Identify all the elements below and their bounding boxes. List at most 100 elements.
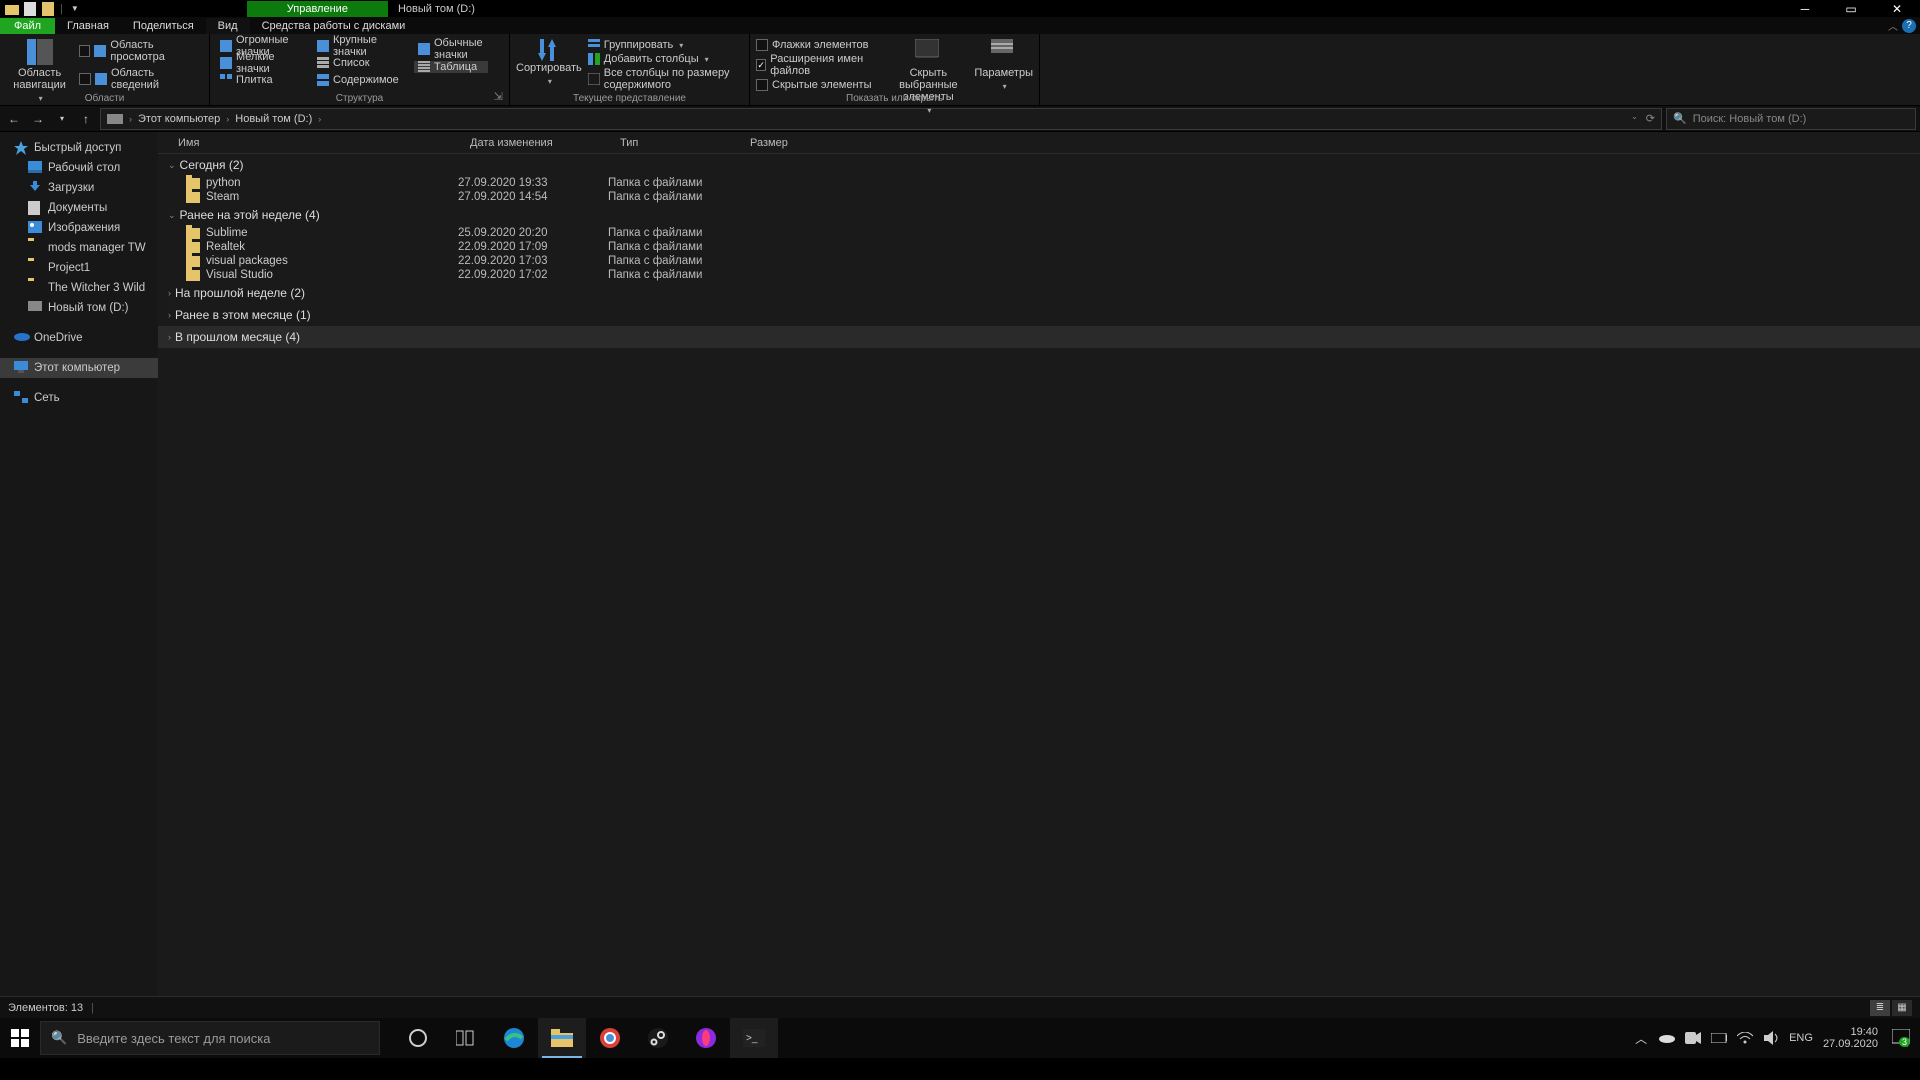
sidebar-quick-access[interactable]: Быстрый доступ	[0, 138, 158, 158]
details-pane-toggle[interactable]: Область сведений	[79, 67, 203, 91]
group-earlier-week[interactable]: ⌄Ранее на этой неделе (4)	[158, 204, 1920, 226]
group-icon	[588, 39, 600, 51]
preview-pane-toggle[interactable]: Область просмотра	[79, 39, 203, 63]
crumb-this-pc[interactable]: Этот компьютер	[138, 113, 220, 125]
hidden-items-toggle[interactable]: Скрытые элементы	[756, 79, 882, 91]
view-details-icon[interactable]: ≣	[1870, 1000, 1890, 1016]
view-thumbnails-icon[interactable]: ▦	[1892, 1000, 1912, 1016]
folder-icon	[28, 281, 42, 295]
taskbar-search-placeholder: Введите здесь текст для поиска	[77, 1031, 270, 1046]
contextual-tab-manage[interactable]: Управление	[247, 1, 388, 17]
tab-view[interactable]: Вид	[206, 18, 250, 34]
tab-file[interactable]: Файл	[0, 18, 55, 34]
options-button[interactable]: Параметры▾	[974, 37, 1033, 93]
tray-meetnow-icon[interactable]	[1685, 1030, 1701, 1046]
col-date[interactable]: Дата изменения	[458, 137, 608, 149]
list-item[interactable]: Steam27.09.2020 14:54Папка с файлами	[158, 190, 1920, 204]
sidebar-network[interactable]: Сеть	[0, 388, 158, 408]
start-button[interactable]	[0, 1018, 40, 1058]
col-size[interactable]: Размер	[738, 137, 828, 149]
taskbar-terminal[interactable]: >_	[730, 1018, 778, 1058]
layout-small[interactable]: Мелкие значки	[216, 54, 311, 71]
list-item[interactable]: Visual Studio22.09.2020 17:02Папка с фай…	[158, 268, 1920, 282]
layout-list[interactable]: Список	[313, 54, 408, 71]
sidebar-item-documents[interactable]: Документы	[0, 198, 158, 218]
new-doc-icon[interactable]	[22, 1, 38, 17]
tab-share[interactable]: Поделиться	[121, 18, 206, 34]
desktop-icon	[28, 161, 42, 175]
history-dropdown[interactable]: ▾	[52, 109, 72, 129]
qat-dropdown-icon[interactable]: ▼	[71, 4, 79, 13]
sidebar-item-pictures[interactable]: Изображения	[0, 218, 158, 238]
tab-home[interactable]: Главная	[55, 18, 121, 34]
add-columns-button[interactable]: Добавить столбцы▾	[588, 53, 743, 65]
preview-label: Область просмотра	[110, 39, 203, 63]
folder-icon	[28, 241, 42, 255]
tray-onedrive-icon[interactable]	[1659, 1030, 1675, 1046]
col-name[interactable]: Имя	[158, 137, 458, 149]
options-icon	[991, 39, 1017, 65]
system-tray: ︿ ENG 19:40 27.09.2020 3	[1633, 1025, 1920, 1051]
group-earlier-month[interactable]: ›Ранее в этом месяце (1)	[158, 304, 1920, 326]
sidebar-item-desktop[interactable]: Рабочий стол	[0, 158, 158, 178]
layout-content[interactable]: Содержимое	[313, 71, 408, 88]
sidebar-item-downloads[interactable]: Загрузки	[0, 178, 158, 198]
taskbar-search[interactable]: 🔍 Введите здесь текст для поиска	[40, 1021, 380, 1055]
taskbar-chrome[interactable]	[586, 1018, 634, 1058]
file-extensions-toggle[interactable]: ✓Расширения имен файлов	[756, 53, 882, 77]
taskbar-explorer[interactable]	[538, 1018, 586, 1058]
sidebar-item-new-volume[interactable]: Новый том (D:)	[0, 298, 158, 318]
layout-large[interactable]: Крупные значки	[313, 37, 408, 54]
hide-icon	[915, 39, 941, 65]
hide-selected-button[interactable]: Скрыть выбранные элементы▾	[888, 37, 968, 117]
tray-volume-icon[interactable]	[1763, 1030, 1779, 1046]
pc-icon	[14, 361, 28, 375]
layout-details[interactable]: Таблица	[414, 61, 488, 73]
minimize-button[interactable]: ─	[1782, 2, 1828, 16]
tray-clock[interactable]: 19:40 27.09.2020	[1823, 1026, 1878, 1050]
maximize-button[interactable]: ▭	[1828, 2, 1874, 16]
tray-notifications[interactable]: 3	[1888, 1025, 1914, 1051]
size-columns-button[interactable]: Все столбцы по размеру содержимого	[588, 67, 743, 91]
forward-button[interactable]: →	[28, 109, 48, 129]
taskbar-edge[interactable]	[490, 1018, 538, 1058]
sidebar-item-mods[interactable]: mods manager TW	[0, 238, 158, 258]
taskbar-taskview[interactable]	[442, 1018, 490, 1058]
back-button[interactable]: ←	[4, 109, 24, 129]
taskbar-opera[interactable]	[682, 1018, 730, 1058]
group-by-button[interactable]: Группировать▾	[588, 39, 743, 51]
search-box[interactable]: 🔍 Поиск: Новый том (D:)	[1666, 108, 1916, 130]
list-item[interactable]: visual packages22.09.2020 17:03Папка с ф…	[158, 254, 1920, 268]
tray-expand-icon[interactable]: ︿	[1633, 1030, 1649, 1046]
help-icon[interactable]: ?	[1902, 19, 1916, 33]
up-button[interactable]: ↑	[76, 109, 96, 129]
sidebar-item-project1[interactable]: Project1	[0, 258, 158, 278]
taskbar-cortana[interactable]	[394, 1018, 442, 1058]
tab-drive-tools[interactable]: Средства работы с дисками	[250, 18, 418, 34]
sidebar-this-pc[interactable]: Этот компьютер	[0, 358, 158, 378]
sidebar-item-witcher[interactable]: The Witcher 3 Wild	[0, 278, 158, 298]
taskbar-steam[interactable]	[634, 1018, 682, 1058]
paste-icon[interactable]	[40, 1, 56, 17]
sort-button[interactable]: Сортировать▾	[516, 37, 582, 87]
group-today[interactable]: ⌄Сегодня (2)	[158, 154, 1920, 176]
tray-wifi-icon[interactable]	[1737, 1030, 1753, 1046]
list-item[interactable]: Realtek22.09.2020 17:09Папка с файлами	[158, 240, 1920, 254]
close-button[interactable]: ✕	[1874, 2, 1920, 16]
list-item[interactable]: python27.09.2020 19:33Папка с файлами	[158, 176, 1920, 190]
list-item[interactable]: Sublime25.09.2020 20:20Папка с файлами	[158, 226, 1920, 240]
crumb-drive[interactable]: Новый том (D:)	[235, 113, 312, 125]
sidebar-onedrive[interactable]: OneDrive	[0, 328, 158, 348]
item-checkboxes-toggle[interactable]: Флажки элементов	[756, 39, 882, 51]
layout-medium[interactable]: Обычные значки	[414, 37, 488, 61]
col-type[interactable]: Тип	[608, 137, 738, 149]
group-last-week[interactable]: ›На прошлой неделе (2)	[158, 282, 1920, 304]
address-dropdown-icon[interactable]: ⌄	[1631, 112, 1638, 125]
tray-language[interactable]: ENG	[1789, 1032, 1813, 1044]
layout-tiles[interactable]: Плитка	[216, 71, 311, 88]
tray-battery-icon[interactable]	[1711, 1030, 1727, 1046]
refresh-icon[interactable]: ⟳	[1646, 112, 1655, 125]
collapse-ribbon-icon[interactable]: ︿	[1888, 18, 1898, 33]
folder-icon	[186, 256, 200, 267]
group-last-month[interactable]: ›В прошлом месяце (4)	[158, 326, 1920, 348]
